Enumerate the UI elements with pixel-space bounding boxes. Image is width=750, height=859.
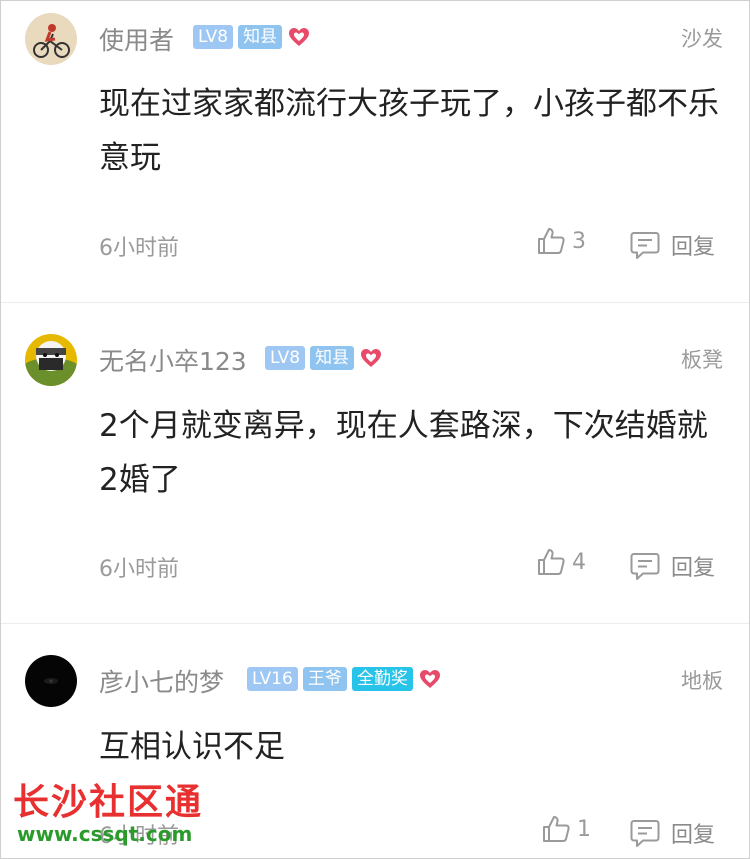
watermark-url: www.cssqt.com: [17, 822, 193, 846]
ninja-avatar-icon: [25, 334, 77, 386]
heart-icon: [419, 670, 440, 688]
timestamp: 6小时前: [99, 236, 179, 261]
site-watermark: 长沙社区通 www.cssqt.com: [13, 782, 204, 846]
reply-button[interactable]: 回复: [629, 550, 715, 582]
thumbs-up-icon: [543, 816, 570, 842]
comment-text: 现在过家家都流行大孩子玩了，小孩子都不乐意玩: [99, 86, 719, 176]
reply-label: 回复: [671, 556, 716, 581]
username[interactable]: 使用者: [99, 21, 174, 57]
like-button[interactable]: 4: [536, 547, 586, 577]
comment-text: 互相认识不足: [99, 729, 285, 765]
reply-button[interactable]: 回复: [629, 817, 715, 849]
reply-label: 回复: [671, 823, 716, 848]
thumbs-up-icon: [538, 549, 565, 575]
like-count: 1: [577, 816, 591, 842]
floor-label: 地板: [681, 669, 723, 693]
heart-icon: [289, 28, 310, 46]
cyclist-avatar-icon: [25, 13, 77, 65]
attendance-badge: 全勤奖: [351, 667, 413, 691]
rank-badge: 知县: [310, 346, 355, 370]
eye-avatar-icon: [25, 655, 77, 707]
level-badge: LV16: [247, 667, 298, 691]
reply-bubble-icon: [630, 820, 660, 847]
rank-badge: 王爷: [302, 667, 347, 691]
user-avatar[interactable]: [25, 655, 77, 707]
floor-label: 沙发: [681, 27, 723, 51]
level-badge: LV8: [193, 25, 234, 49]
badge-group: LV8 知县: [193, 25, 311, 49]
heart-icon: [361, 349, 382, 367]
badge-group: LV16 王爷 全勤奖: [247, 667, 442, 691]
level-badge: LV8: [265, 346, 306, 370]
rank-badge: 知县: [238, 25, 283, 49]
reply-button[interactable]: 回复: [629, 229, 715, 261]
badge-group: LV8 知县: [265, 346, 383, 370]
thumbs-up-icon: [538, 228, 565, 254]
reply-bubble-icon: [630, 553, 660, 580]
like-count: 3: [572, 228, 586, 254]
reply-label: 回复: [671, 235, 716, 260]
watermark-title: 长沙社区通: [13, 782, 204, 823]
divider: [1, 302, 749, 303]
like-button[interactable]: 1: [541, 814, 591, 844]
timestamp: 6小时前: [99, 557, 179, 582]
comment-list: 使用者 LV8 知县 沙发 现在过家家都流行大孩子玩了，小孩子都不乐意玩 6小时…: [0, 0, 750, 859]
divider: [1, 623, 749, 624]
user-avatar[interactable]: [25, 334, 77, 386]
username[interactable]: 彦小七的梦: [99, 663, 224, 699]
comment-text: 2个月就变离异，现在人套路深，下次结婚就2婚了: [99, 408, 708, 498]
like-count: 4: [572, 549, 586, 575]
user-avatar[interactable]: [25, 13, 77, 65]
floor-label: 板凳: [681, 348, 723, 372]
like-button[interactable]: 3: [536, 226, 586, 256]
reply-bubble-icon: [630, 232, 660, 259]
username[interactable]: 无名小卒123: [99, 342, 247, 378]
